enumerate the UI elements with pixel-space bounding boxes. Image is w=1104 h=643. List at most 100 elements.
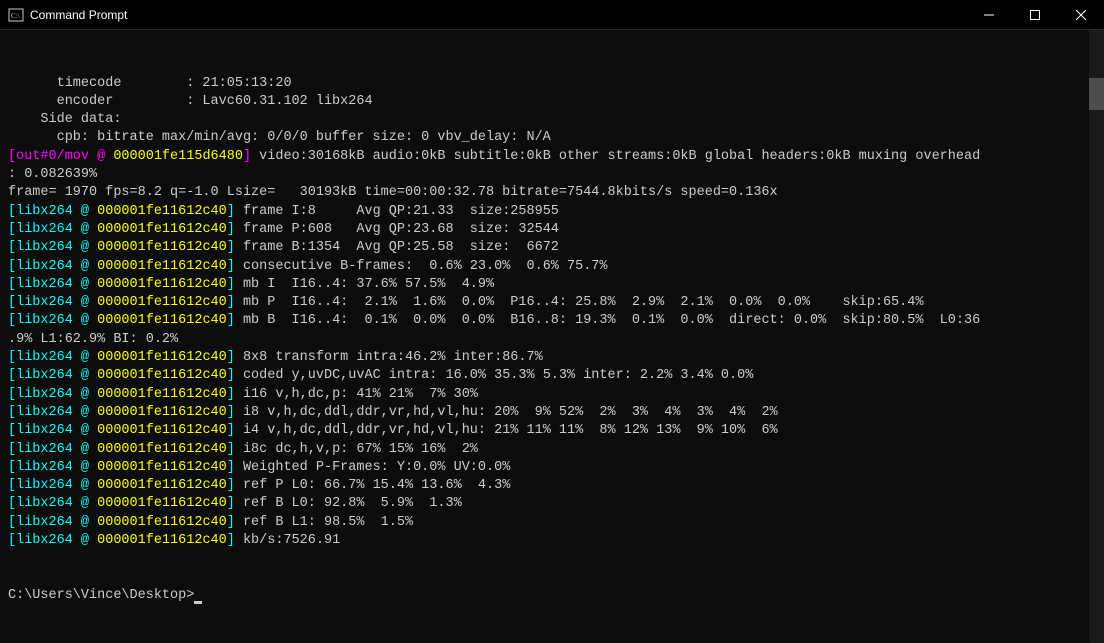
- terminal-line: encoder : Lavc60.31.102 libx264: [8, 93, 1096, 111]
- terminal-segment: ref B L0: 92.8% 5.9% 1.3%: [243, 496, 462, 511]
- terminal-segment: 000001fe11612c40: [97, 368, 227, 383]
- terminal-segment: : 0.082639%: [8, 167, 97, 182]
- terminal-segment: [libx264 @: [8, 478, 97, 493]
- terminal-segment: ]: [227, 478, 243, 493]
- terminal-segment: consecutive B-frames: 0.6% 23.0% 0.6% 75…: [243, 259, 608, 274]
- terminal-segment: i16 v,h,dc,p: 41% 21% 7% 30%: [243, 387, 478, 402]
- terminal-line: [libx264 @ 000001fe11612c40] mb I I16..4…: [8, 276, 1096, 294]
- terminal-line: [libx264 @ 000001fe11612c40] frame I:8 A…: [8, 203, 1096, 221]
- terminal-line: [libx264 @ 000001fe11612c40] i8c dc,h,v,…: [8, 441, 1096, 459]
- close-button[interactable]: [1058, 0, 1104, 29]
- terminal-line: : 0.082639%: [8, 166, 1096, 184]
- terminal-segment: i8 v,h,dc,ddl,ddr,vr,hd,vl,hu: 20% 9% 52…: [243, 405, 778, 420]
- terminal-line: [libx264 @ 000001fe11612c40] mb B I16..4…: [8, 312, 1096, 330]
- terminal-line: [libx264 @ 000001fe11612c40] kb/s:7526.9…: [8, 532, 1096, 550]
- terminal-segment: [libx264 @: [8, 368, 97, 383]
- terminal-segment: ]: [227, 423, 243, 438]
- terminal-segment: ]: [227, 460, 243, 475]
- terminal-segment: 000001fe11612c40: [97, 496, 227, 511]
- terminal-segment: 000001fe11612c40: [97, 478, 227, 493]
- terminal-line: [libx264 @ 000001fe11612c40] ref P L0: 6…: [8, 477, 1096, 495]
- terminal-segment: [libx264 @: [8, 350, 97, 365]
- cmd-icon: C:\: [8, 7, 24, 23]
- scrollbar-track[interactable]: [1089, 30, 1104, 643]
- terminal-segment: [out#0/mov @: [8, 149, 113, 164]
- terminal-segment: [libx264 @: [8, 277, 97, 292]
- terminal-segment: 000001fe11612c40: [97, 204, 227, 219]
- terminal-segment: 000001fe11612c40: [97, 423, 227, 438]
- terminal-segment: [libx264 @: [8, 222, 97, 237]
- titlebar-left: C:\ Command Prompt: [0, 7, 127, 23]
- terminal-segment: frame B:1354 Avg QP:25.58 size: 6672: [243, 240, 559, 255]
- terminal-segment: 000001fe11612c40: [97, 460, 227, 475]
- prompt-text: C:\Users\Vince\Desktop>: [8, 588, 194, 603]
- prompt-line: C:\Users\Vince\Desktop>: [8, 587, 1096, 605]
- terminal-line: [libx264 @ 000001fe11612c40] 8x8 transfo…: [8, 349, 1096, 367]
- terminal-segment: frame= 1970 fps=8.2 q=-1.0 Lsize= 30193k…: [8, 185, 778, 200]
- terminal-segment: ]: [227, 387, 243, 402]
- minimize-button[interactable]: [966, 0, 1012, 29]
- maximize-button[interactable]: [1012, 0, 1058, 29]
- terminal-segment: 000001fe11612c40: [97, 533, 227, 548]
- cursor: [194, 601, 202, 604]
- terminal-segment: ]: [227, 350, 243, 365]
- terminal-line: [libx264 @ 000001fe11612c40] frame P:608…: [8, 221, 1096, 239]
- terminal-segment: [libx264 @: [8, 496, 97, 511]
- terminal-line: [libx264 @ 000001fe11612c40] i16 v,h,dc,…: [8, 386, 1096, 404]
- terminal-line: [libx264 @ 000001fe11612c40] mb P I16..4…: [8, 294, 1096, 312]
- terminal-segment: mb I I16..4: 37.6% 57.5% 4.9%: [243, 277, 494, 292]
- terminal-line: [out#0/mov @ 000001fe115d6480] video:301…: [8, 148, 1096, 166]
- terminal-segment: ]: [227, 368, 243, 383]
- terminal-segment: 000001fe11612c40: [97, 277, 227, 292]
- terminal-segment: i8c dc,h,v,p: 67% 15% 16% 2%: [243, 442, 478, 457]
- terminal-line: Side data:: [8, 111, 1096, 129]
- terminal-line: .9% L1:62.9% BI: 0.2%: [8, 331, 1096, 349]
- terminal-segment: ]: [227, 496, 243, 511]
- terminal-segment: ]: [227, 533, 243, 548]
- terminal-line: [libx264 @ 000001fe11612c40] frame B:135…: [8, 239, 1096, 257]
- terminal-segment: 000001fe11612c40: [97, 295, 227, 310]
- terminal-line: [libx264 @ 000001fe11612c40] coded y,uvD…: [8, 367, 1096, 385]
- terminal-segment: timecode : 21:05:13:20: [8, 76, 292, 91]
- terminal-segment: frame I:8 Avg QP:21.33 size:258955: [243, 204, 559, 219]
- terminal-line: frame= 1970 fps=8.2 q=-1.0 Lsize= 30193k…: [8, 184, 1096, 202]
- terminal-segment: i4 v,h,dc,ddl,ddr,vr,hd,vl,hu: 21% 11% 1…: [243, 423, 778, 438]
- terminal-segment: encoder : Lavc60.31.102 libx264: [8, 94, 373, 109]
- terminal-segment: Weighted P-Frames: Y:0.0% UV:0.0%: [243, 460, 510, 475]
- terminal-line: [libx264 @ 000001fe11612c40] ref B L0: 9…: [8, 495, 1096, 513]
- terminal-segment: 8x8 transform intra:46.2% inter:86.7%: [243, 350, 543, 365]
- terminal-segment: 000001fe11612c40: [97, 405, 227, 420]
- scrollbar-thumb[interactable]: [1089, 78, 1104, 110]
- terminal-segment: ref P L0: 66.7% 15.4% 13.6% 4.3%: [243, 478, 510, 493]
- terminal-segment: Side data:: [8, 112, 121, 127]
- terminal-line: [libx264 @ 000001fe11612c40] ref B L1: 9…: [8, 514, 1096, 532]
- terminal-segment: video:30168kB audio:0kB subtitle:0kB oth…: [259, 149, 980, 164]
- terminal-segment: 000001fe11612c40: [97, 442, 227, 457]
- terminal-segment: frame P:608 Avg QP:23.68 size: 32544: [243, 222, 559, 237]
- terminal-segment: ]: [227, 240, 243, 255]
- terminal-area[interactable]: timecode : 21:05:13:20 encoder : Lavc60.…: [0, 30, 1104, 643]
- terminal-segment: [libx264 @: [8, 533, 97, 548]
- window-controls: [966, 0, 1104, 29]
- terminal-segment: kb/s:7526.91: [243, 533, 340, 548]
- terminal-segment: [libx264 @: [8, 313, 97, 328]
- window-title: Command Prompt: [30, 8, 127, 22]
- terminal-segment: [libx264 @: [8, 460, 97, 475]
- terminal-segment: ]: [243, 149, 259, 164]
- terminal-segment: 000001fe11612c40: [97, 515, 227, 530]
- terminal-segment: [libx264 @: [8, 515, 97, 530]
- terminal-segment: ]: [227, 405, 243, 420]
- terminal-segment: mb B I16..4: 0.1% 0.0% 0.0% B16..8: 19.3…: [243, 313, 980, 328]
- terminal-segment: 000001fe11612c40: [97, 387, 227, 402]
- terminal-segment: ]: [227, 295, 243, 310]
- terminal-segment: [libx264 @: [8, 295, 97, 310]
- titlebar[interactable]: C:\ Command Prompt: [0, 0, 1104, 30]
- terminal-segment: [libx264 @: [8, 405, 97, 420]
- terminal-line: timecode : 21:05:13:20: [8, 75, 1096, 93]
- terminal-segment: 000001fe11612c40: [97, 259, 227, 274]
- terminal-line: [libx264 @ 000001fe11612c40] i8 v,h,dc,d…: [8, 404, 1096, 422]
- terminal-segment: 000001fe11612c40: [97, 222, 227, 237]
- terminal-segment: ]: [227, 277, 243, 292]
- terminal-output: timecode : 21:05:13:20 encoder : Lavc60.…: [8, 75, 1096, 551]
- terminal-segment: cpb: bitrate max/min/avg: 0/0/0 buffer s…: [8, 130, 551, 145]
